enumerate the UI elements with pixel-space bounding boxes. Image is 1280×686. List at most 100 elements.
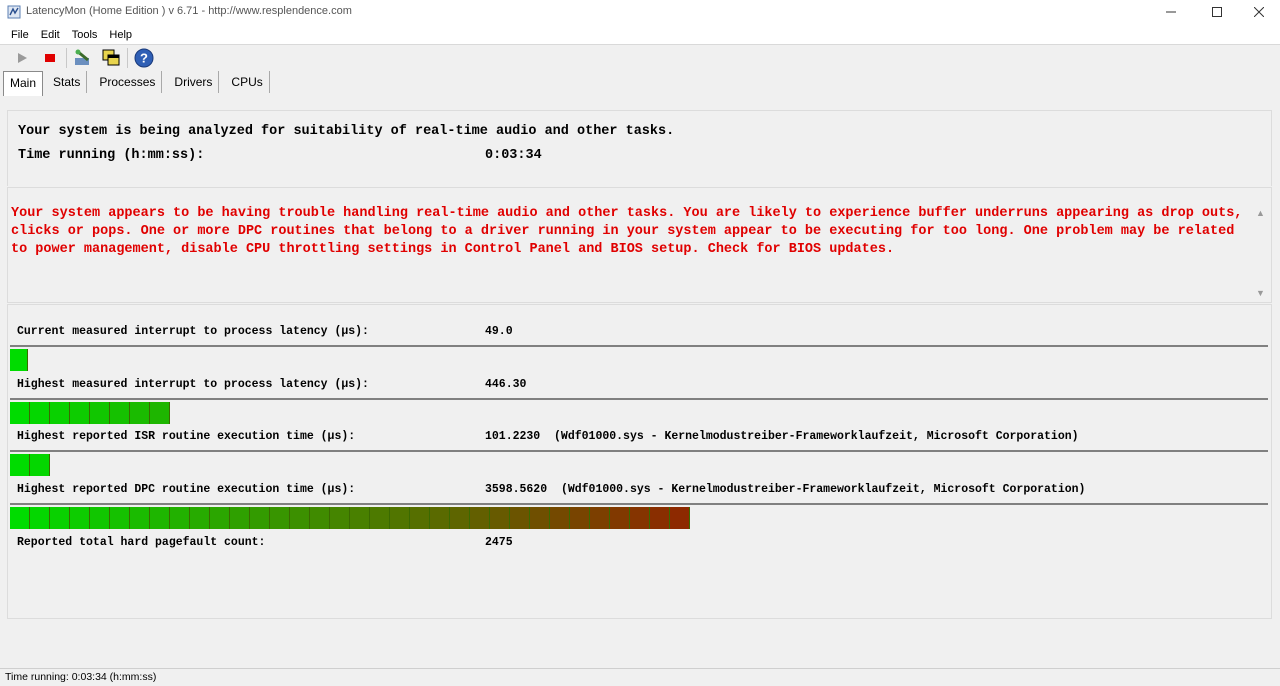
- toolbar-separator: [66, 48, 67, 68]
- meter-segment: [530, 507, 550, 529]
- meter-segment: [50, 402, 70, 424]
- tab-strip: Main Stats Processes Drivers CPUs: [3, 71, 276, 96]
- meter-segment: [10, 402, 30, 424]
- tab-main[interactable]: Main: [3, 71, 44, 96]
- minimize-button[interactable]: [1148, 0, 1194, 24]
- tab-cpus[interactable]: CPUs: [225, 71, 270, 93]
- svg-text:?: ?: [140, 51, 148, 66]
- stop-button[interactable]: [36, 47, 64, 69]
- menu-help[interactable]: Help: [101, 27, 136, 43]
- highest-latency-meter: [10, 402, 170, 424]
- meter-segment: [150, 402, 170, 424]
- meter-segment: [10, 349, 28, 371]
- meter-segment: [270, 507, 290, 529]
- dpc-meter: [10, 507, 690, 529]
- status-panel: Your system is being analyzed for suitab…: [7, 110, 1272, 186]
- close-icon: [1254, 7, 1264, 17]
- meter-segment: [570, 507, 590, 529]
- meter-segment: [470, 507, 490, 529]
- meter-segment: [650, 507, 670, 529]
- wizard-icon: [75, 49, 89, 65]
- window-title: LatencyMon (Home Edition ) v 6.71 - http…: [26, 5, 352, 17]
- scroll-up-icon[interactable]: ▲: [1256, 208, 1265, 218]
- metric-label: Highest reported DPC routine execution t…: [17, 483, 356, 496]
- metric-value: 2475: [485, 536, 513, 549]
- metric-value: 446.30: [485, 378, 527, 391]
- title-bar: LatencyMon (Home Edition ) v 6.71 - http…: [0, 0, 1280, 24]
- metric-label: Highest reported ISR routine execution t…: [17, 430, 356, 443]
- analysis-headline: Your system is being analyzed for suitab…: [18, 124, 675, 139]
- meter-segment: [10, 454, 30, 476]
- meter-segment: [230, 507, 250, 529]
- measurements-panel: Current measured interrupt to process la…: [7, 304, 1272, 619]
- meter-segment: [90, 402, 110, 424]
- meter-segment: [310, 507, 330, 529]
- meter-segment: [630, 507, 650, 529]
- meter-segment: [370, 507, 390, 529]
- meter-segment: [30, 454, 50, 476]
- wizard-button[interactable]: [69, 47, 97, 69]
- maximize-button[interactable]: [1194, 0, 1240, 24]
- metric-detail: (Wdf01000.sys - Kernelmodustreiber-Frame…: [560, 483, 1086, 496]
- time-running-label: Time running (h:mm:ss):: [18, 148, 205, 163]
- time-running-value: 0:03:34: [485, 148, 542, 163]
- menu-edit[interactable]: Edit: [33, 27, 64, 43]
- meter-segment: [190, 507, 210, 529]
- meter-segment: [430, 507, 450, 529]
- toolbar: ?: [8, 47, 158, 69]
- isr-meter: [10, 454, 50, 476]
- menu-bar: File Edit Tools Help: [0, 27, 136, 43]
- meter-segment: [50, 507, 70, 529]
- tab-processes[interactable]: Processes: [93, 71, 163, 93]
- minimize-icon: [1166, 11, 1176, 13]
- meter-segment: [90, 507, 110, 529]
- help-icon: ?: [134, 48, 154, 68]
- toolbar-separator: [127, 48, 128, 68]
- meter-segment: [550, 507, 570, 529]
- meter-segment: [130, 507, 150, 529]
- metric-value: 3598.5620 (Wdf01000.sys - Kernelmodustre…: [485, 483, 1085, 496]
- meter-segment: [330, 507, 350, 529]
- meter-segment: [450, 507, 470, 529]
- meter-segment: [30, 402, 50, 424]
- menu-tools[interactable]: Tools: [64, 27, 102, 43]
- metric-detail: (Wdf01000.sys - Kernelmodustreiber-Frame…: [554, 430, 1079, 443]
- meter-segment: [110, 507, 130, 529]
- meter-segment: [410, 507, 430, 529]
- play-icon: [18, 53, 27, 63]
- help-button[interactable]: ?: [130, 47, 158, 69]
- metric-label: Reported total hard pagefault count:: [17, 536, 266, 549]
- meter-segment: [130, 402, 150, 424]
- warning-text: Your system appears to be having trouble…: [11, 206, 1243, 257]
- scroll-down-icon[interactable]: ▼: [1256, 288, 1265, 298]
- metric-number: 101.2230: [485, 430, 541, 443]
- tab-drivers[interactable]: Drivers: [168, 71, 220, 93]
- stop-icon: [45, 54, 55, 62]
- meter-segment: [150, 507, 170, 529]
- meter-track: [10, 345, 1268, 371]
- meter-track: [10, 450, 1268, 476]
- meter-segment: [490, 507, 510, 529]
- metric-value: 49.0: [485, 325, 513, 338]
- meter-segment: [610, 507, 630, 529]
- menu-file[interactable]: File: [0, 27, 33, 43]
- warning-panel[interactable]: Your system appears to be having trouble…: [7, 187, 1272, 303]
- current-latency-meter: [10, 349, 28, 371]
- meter-segment: [510, 507, 530, 529]
- app-icon: [7, 5, 21, 19]
- window-button[interactable]: [97, 47, 125, 69]
- start-button[interactable]: [8, 47, 36, 69]
- meter-segment: [70, 402, 90, 424]
- metric-label: Current measured interrupt to process la…: [17, 325, 369, 338]
- metric-number: 3598.5620: [485, 483, 548, 496]
- meter-segment: [210, 507, 230, 529]
- tab-stats[interactable]: Stats: [47, 71, 88, 93]
- windows-icon: [102, 49, 120, 66]
- meter-segment: [10, 507, 30, 529]
- metric-value: 101.2230 (Wdf01000.sys - Kernelmodustrei…: [485, 430, 1079, 443]
- metric-label: Highest measured interrupt to process la…: [17, 378, 369, 391]
- meter-segment: [30, 507, 50, 529]
- meter-segment: [670, 507, 690, 529]
- close-button[interactable]: [1236, 0, 1280, 24]
- status-bar: Time running: 0:03:34 (h:mm:ss): [0, 668, 1280, 686]
